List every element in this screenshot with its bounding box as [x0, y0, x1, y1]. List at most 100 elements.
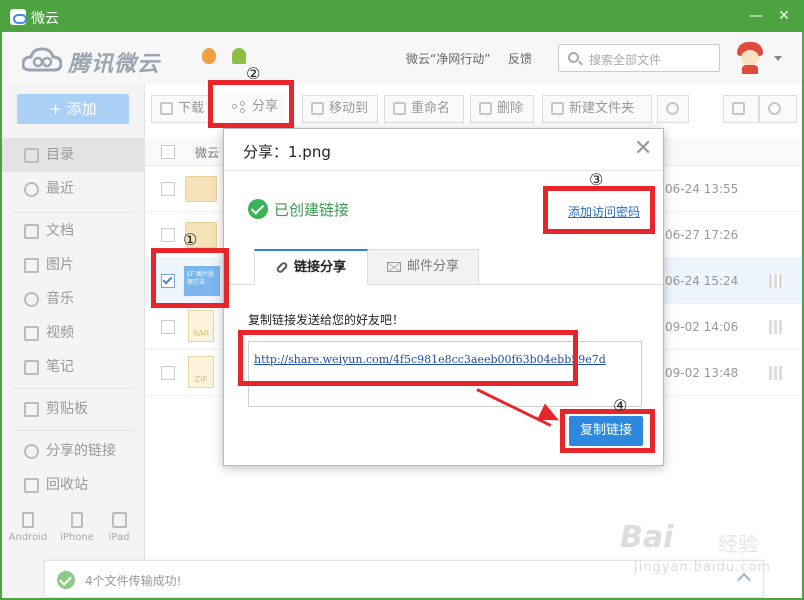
- sidebar-item-clipboard[interactable]: 剪贴板: [2, 392, 145, 426]
- document-icon: [24, 224, 39, 239]
- image-icon: [24, 258, 39, 273]
- tab-link-share[interactable]: 链接分享: [254, 249, 368, 285]
- zip-file-icon: ZIP: [188, 356, 214, 388]
- feedback-link[interactable]: 反馈: [508, 50, 532, 67]
- view-toggle-button[interactable]: [723, 95, 759, 123]
- annotation-number-3: ③: [589, 170, 604, 189]
- folder-icon: [185, 176, 217, 202]
- note-icon: [24, 360, 39, 375]
- rename-label: 重命名: [411, 101, 451, 116]
- rename-button[interactable]: 重命名: [384, 95, 464, 123]
- sidebar-item-recent[interactable]: 最近: [2, 172, 145, 206]
- device-android[interactable]: Android: [8, 512, 48, 543]
- android-icon[interactable]: [232, 48, 246, 64]
- file-date: 09-02 14:06: [665, 320, 739, 334]
- sidebar-item-recycle-bin[interactable]: 回收站: [2, 468, 145, 502]
- weiyun-app-icon: [10, 9, 27, 25]
- add-button-label: 添加: [66, 100, 97, 118]
- select-all-checkbox[interactable]: [161, 145, 175, 159]
- refresh-icon: [666, 102, 679, 115]
- qr-code-icon[interactable]: [769, 320, 783, 334]
- sidebar-item-documents[interactable]: 文档: [2, 214, 145, 248]
- new-folder-button[interactable]: 新建文件夹: [542, 95, 652, 123]
- file-date: 06-24 13:55: [665, 182, 739, 196]
- move-to-button[interactable]: 移动到: [302, 95, 378, 123]
- sidebar-item-label: 笔记: [46, 359, 74, 375]
- move-icon: [311, 102, 324, 115]
- dialog-header: 分享：1.png ✕: [224, 129, 663, 171]
- created-text: 已创建链接: [274, 201, 350, 219]
- sidebar-item-label: 视频: [46, 325, 74, 341]
- share-icon: [24, 444, 39, 459]
- annotation-number-4: ④: [613, 396, 628, 415]
- mail-icon: [386, 261, 401, 272]
- link-icon: [275, 260, 289, 275]
- success-icon: [57, 571, 75, 589]
- sidebar-item-video[interactable]: 视频: [2, 316, 145, 350]
- device-iphone[interactable]: iPhone: [57, 512, 97, 543]
- tab-label: 邮件分享: [406, 259, 459, 274]
- row-checkbox[interactable]: [161, 320, 175, 334]
- window-title: 微云: [31, 11, 59, 27]
- tab-label: 链接分享: [293, 260, 346, 275]
- sidebar-item-label: 图片: [46, 257, 74, 273]
- notice-message: 4个文件传输成功!: [85, 574, 182, 588]
- app-header: 腾讯微云 微云“净网行动” 反馈 搜索全部文件: [2, 32, 802, 84]
- dialog-title: 分享：1.png: [243, 143, 331, 161]
- weiyun-logo: 腾讯微云: [22, 44, 172, 77]
- sidebar-item-directory[interactable]: 目录: [2, 138, 145, 172]
- sidebar-item-music[interactable]: 音乐: [2, 282, 145, 316]
- title-bar: 微云 — ✕: [2, 2, 802, 32]
- sidebar-item-notes[interactable]: 笔记: [2, 350, 145, 384]
- list-icon: [24, 148, 39, 163]
- sidebar-item-label: 回收站: [46, 477, 88, 493]
- device-label: Android: [8, 532, 48, 543]
- share-hint: 复制链接发送给您的好友吧！: [248, 313, 405, 327]
- search-input[interactable]: 搜索全部文件: [558, 44, 720, 72]
- device-ipad[interactable]: iPad: [99, 512, 139, 543]
- add-button[interactable]: + 添加: [17, 94, 129, 124]
- refresh-button[interactable]: [657, 95, 689, 123]
- sidebar-item-label: 最近: [46, 181, 74, 197]
- device-label: iPad: [108, 532, 130, 543]
- campaign-link[interactable]: 微云“净网行动”: [406, 50, 490, 67]
- logo-text: 腾讯微云: [68, 52, 161, 77]
- close-icon[interactable]: ✕: [634, 138, 652, 160]
- qr-code-icon[interactable]: [769, 366, 783, 380]
- sort-button[interactable]: [759, 95, 797, 123]
- minimize-button[interactable]: —: [747, 8, 765, 24]
- clipboard-icon: [24, 402, 39, 417]
- row-checkbox[interactable]: [161, 182, 175, 196]
- close-window-button[interactable]: ✕: [775, 8, 793, 24]
- annotation-number-1: ①: [183, 230, 198, 249]
- clock-icon: [24, 182, 39, 197]
- device-label: iPhone: [60, 532, 94, 543]
- avatar[interactable]: [735, 42, 765, 74]
- sidebar-item-label: 分享的链接: [46, 443, 116, 459]
- tab-mail-share[interactable]: 邮件分享: [367, 249, 479, 285]
- sidebar-item-shared-links[interactable]: 分享的链接: [2, 434, 145, 468]
- sidebar-item-images[interactable]: 图片: [2, 248, 145, 282]
- watermark-cn: 经验: [718, 532, 758, 556]
- file-date: 06-24 15:24: [665, 274, 739, 288]
- watermark-url: jingyan.baidu.com: [634, 560, 771, 575]
- file-ext: ZIP: [194, 375, 208, 384]
- panel-icon: [732, 102, 745, 115]
- sidebar-item-label: 剪贴板: [46, 401, 88, 417]
- file-ext: RAR: [192, 329, 210, 338]
- apple-icon[interactable]: [202, 48, 216, 64]
- delete-button[interactable]: 删除: [470, 95, 534, 123]
- move-label: 移动到: [329, 101, 369, 116]
- trash-icon: [479, 102, 492, 115]
- file-date: 06-27 17:26: [665, 228, 739, 242]
- cloud-logo-icon: [22, 47, 62, 72]
- row-checkbox[interactable]: [161, 366, 175, 380]
- annotation-number-2: ②: [246, 64, 261, 83]
- row-checkbox[interactable]: [161, 228, 175, 242]
- sidebar: + 添加 目录 最近 文档 图片 音乐 视频 笔记 剪贴板 分享的链接 回收站 …: [2, 84, 145, 598]
- chevron-down-icon[interactable]: [774, 56, 782, 61]
- qr-code-icon[interactable]: [769, 274, 783, 288]
- download-button[interactable]: 下载: [151, 95, 213, 123]
- annotation-box-4: [560, 409, 655, 453]
- column-name: 微云: [195, 146, 220, 160]
